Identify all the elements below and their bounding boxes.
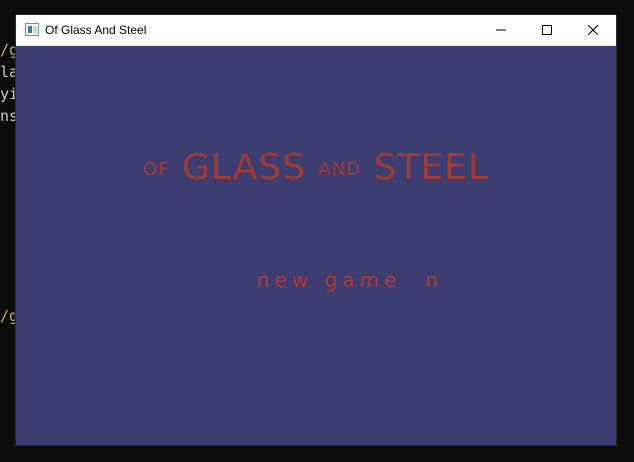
window-title: Of Glass And Steel <box>45 23 147 37</box>
title-word-glass: GLASS <box>181 147 307 188</box>
game-canvas[interactable]: OF GLASS AND STEEL new game n <box>16 46 616 445</box>
minimize-button[interactable] <box>478 15 524 45</box>
menu-item-label: new game <box>257 268 402 292</box>
close-button[interactable] <box>570 15 616 45</box>
game-window: Of Glass And Steel OF GLASS AND STEEL ne… <box>16 15 616 445</box>
maximize-button[interactable] <box>524 15 570 45</box>
title-word-steel: STEEL <box>373 147 490 188</box>
close-icon <box>588 25 598 35</box>
window-titlebar[interactable]: Of Glass And Steel <box>16 15 616 46</box>
game-title: OF GLASS AND STEEL <box>16 148 616 190</box>
menu-item-new-game[interactable]: new game n <box>16 244 616 316</box>
app-icon <box>25 23 39 36</box>
title-word-of: OF <box>142 159 170 180</box>
minimize-icon <box>496 29 506 31</box>
title-word-and: AND <box>318 159 362 180</box>
menu-item-hotkey: n <box>425 268 444 292</box>
maximize-icon <box>542 25 552 35</box>
